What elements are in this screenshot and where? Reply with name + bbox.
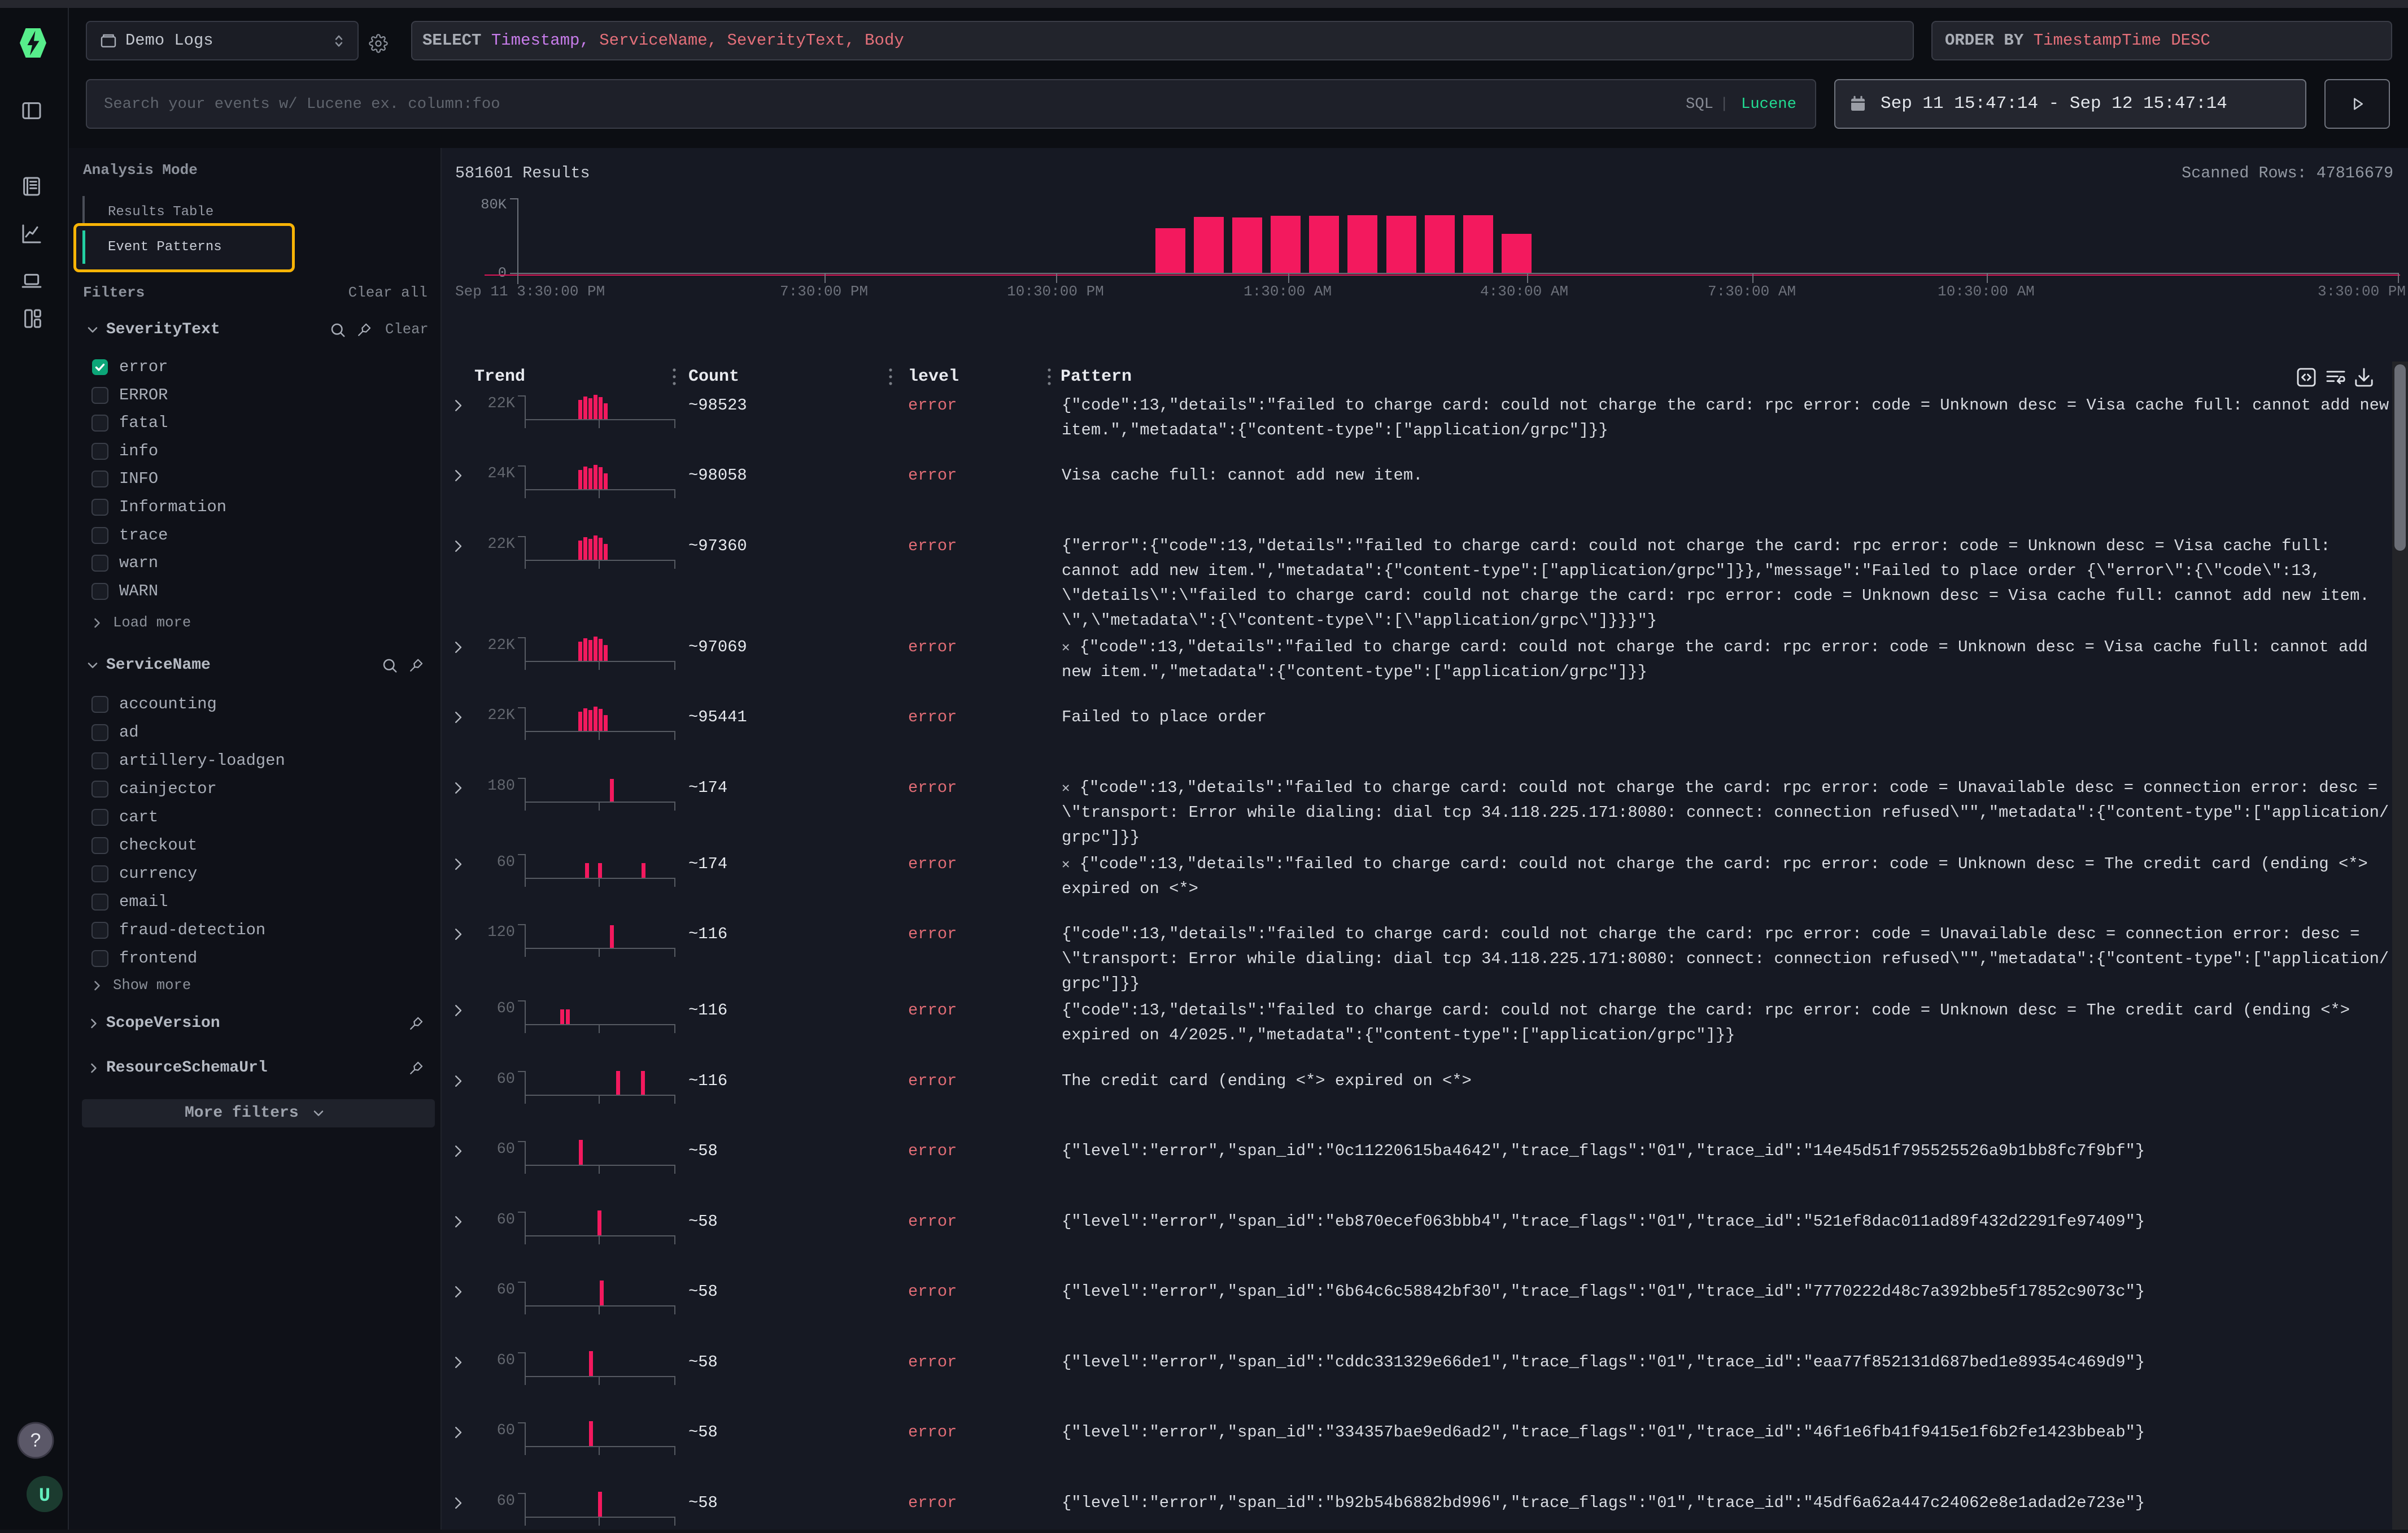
- svg-text:?: ?: [30, 1430, 41, 1451]
- svg-text:U: U: [39, 1486, 50, 1507]
